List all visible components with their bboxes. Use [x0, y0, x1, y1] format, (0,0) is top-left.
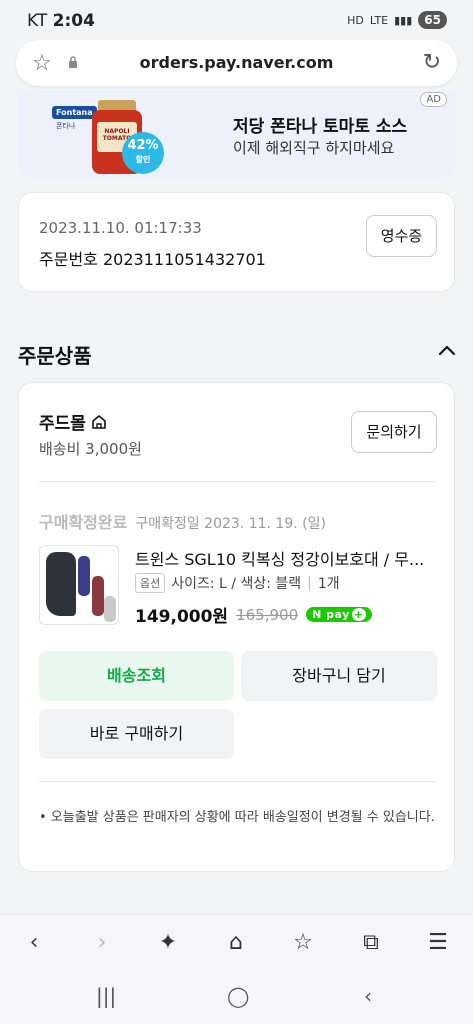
- carrier-label: KT: [27, 11, 48, 31]
- order-number-value: 2023111051432701: [102, 250, 266, 269]
- purchase-status: 구매확정완료: [39, 513, 128, 532]
- order-datetime: 2023.11.10. 01:17:33: [39, 219, 202, 237]
- product-price-row: 149,000원 165,900 N pay +: [135, 602, 372, 627]
- reload-icon[interactable]: ↻: [423, 50, 441, 75]
- shipping-fee: 배송비 3,000원: [39, 440, 142, 458]
- original-price: 165,900: [236, 605, 299, 624]
- purchase-confirm-date: 구매확정일 2023. 11. 19. (일): [135, 516, 326, 532]
- ad-banner[interactable]: Fontana 폰타나 NAPOLI TOMATO 42% 할인 저당 폰타나 …: [18, 90, 455, 178]
- menu-icon[interactable]: ☰: [422, 927, 454, 959]
- home-icon[interactable]: [90, 413, 108, 431]
- back-icon[interactable]: ‹: [18, 927, 50, 959]
- product-name[interactable]: 트윈스 SGL10 킥복싱 정강이보호대 / 무...: [135, 546, 435, 570]
- status-bar: KT 2:04 HD LTE ▮▮▮ 65: [0, 0, 473, 40]
- shin-guard-variant-red: [92, 576, 104, 616]
- divider: [39, 781, 436, 782]
- track-delivery-button[interactable]: 배송조회: [39, 651, 234, 701]
- ad-badge[interactable]: AD: [420, 92, 447, 107]
- product-options: 옵션 사이즈: L / 색상: 블랙 | 1개: [135, 573, 340, 593]
- discount-label: 할인: [135, 155, 151, 164]
- browser-toolbar: ‹ › ✦ ⌂ ☆ ⧉ ☰: [0, 914, 473, 970]
- url-text[interactable]: orders.pay.naver.com: [16, 53, 457, 72]
- receipt-button[interactable]: 영수증: [366, 215, 437, 257]
- ad-title: 저당 폰타나 토마토 소스: [233, 117, 408, 137]
- address-bar[interactable]: ☆ orders.pay.naver.com ↻: [16, 40, 457, 86]
- shin-guard-image: [46, 552, 76, 616]
- hd-icon: HD: [347, 13, 364, 27]
- option-text: 사이즈: L / 색상: 블랙: [171, 576, 302, 592]
- battery-indicator: 65: [418, 11, 447, 29]
- npay-badge: N pay +: [306, 607, 372, 622]
- quantity: 1개: [317, 576, 340, 592]
- product-thumbnail[interactable]: [39, 545, 119, 625]
- system-navigation-bar: ||| ◯ ‹: [0, 970, 473, 1024]
- bookmark-star-icon[interactable]: ☆: [287, 927, 319, 959]
- recent-apps-icon[interactable]: |||: [96, 984, 116, 1008]
- option-separator: |: [307, 575, 312, 591]
- order-info-card: 2023.11.10. 01:17:33 주문번호 20231110514327…: [18, 192, 455, 292]
- npay-plus-icon: +: [351, 608, 366, 621]
- option-tag: 옵션: [135, 573, 166, 593]
- discount-value: 42%: [127, 138, 159, 153]
- home-button-icon[interactable]: ◯: [227, 984, 249, 1008]
- clock: 2:04: [52, 11, 95, 31]
- npay-label: N pay: [312, 608, 350, 621]
- home-icon[interactable]: ⌂: [220, 927, 252, 959]
- status-icons: HD LTE ▮▮▮ 65: [347, 11, 447, 29]
- section-title: 주문상품: [18, 344, 92, 368]
- item-status-line: 구매확정완료 구매확정일 2023. 11. 19. (일): [39, 509, 326, 533]
- shipping-notice: • 오늘출발 상품은 판매자의 상황에 따라 배송일정이 변경될 수 있습니다.: [39, 810, 435, 825]
- forward-icon[interactable]: ›: [86, 927, 118, 959]
- carrier-time: KT 2:04: [27, 11, 95, 31]
- divider: [39, 481, 436, 482]
- signal-icon: ▮▮▮: [394, 13, 413, 27]
- brand-logo: Fontana: [52, 106, 97, 119]
- buy-now-button[interactable]: 바로 구매하기: [39, 709, 234, 759]
- sparkle-icon[interactable]: ✦: [152, 927, 184, 959]
- shin-guard-variant-white: [104, 596, 116, 622]
- brand-logo-sub: 폰타나: [56, 122, 76, 130]
- order-number-label: 주문번호: [39, 250, 98, 269]
- sale-price: 149,000원: [135, 607, 229, 627]
- add-to-cart-button[interactable]: 장바구니 담기: [241, 651, 437, 701]
- shin-guard-variant-blue: [78, 556, 90, 596]
- discount-badge: 42% 할인: [122, 132, 164, 174]
- ad-subtitle: 이제 해외직구 하지마세요: [233, 139, 395, 157]
- chevron-up-icon[interactable]: [437, 340, 457, 360]
- shop-name[interactable]: 주드몰: [39, 409, 108, 434]
- shop-name-label[interactable]: 주드몰: [39, 409, 86, 434]
- system-back-icon[interactable]: ‹: [364, 984, 372, 1008]
- order-items-card: 주드몰 배송비 3,000원 문의하기 구매확정완료 구매확정일 2023. 1…: [18, 382, 455, 872]
- order-number: 주문번호 2023111051432701: [39, 246, 266, 270]
- tabs-icon[interactable]: ⧉: [355, 927, 387, 959]
- network-label: LTE: [369, 13, 389, 27]
- inquiry-button[interactable]: 문의하기: [351, 411, 437, 453]
